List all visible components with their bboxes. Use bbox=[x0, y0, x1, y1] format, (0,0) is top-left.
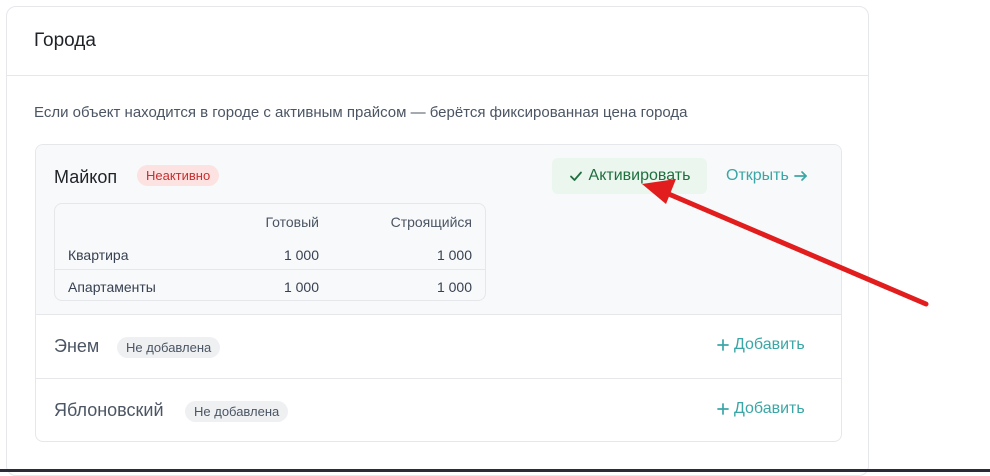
city-row-maykop: Майкоп Неактивно Активировать Открыть Го… bbox=[36, 145, 841, 315]
add-city-button[interactable]: Добавить bbox=[716, 336, 805, 354]
status-badge: Неактивно bbox=[137, 165, 220, 186]
city-list: Майкоп Неактивно Активировать Открыть Го… bbox=[35, 144, 842, 442]
open-link-label: Открыть bbox=[726, 167, 789, 184]
city-name: Энем bbox=[54, 336, 100, 356]
plus-icon bbox=[717, 403, 729, 415]
row-building-price: 1 000 bbox=[436, 279, 472, 295]
card-header: Города bbox=[7, 7, 868, 76]
price-table-header: Готовый Строящийся bbox=[55, 204, 485, 238]
row-type: Апартаменты bbox=[68, 279, 156, 295]
status-badge: Не добавлена bbox=[117, 337, 221, 358]
row-ready-price: 1 000 bbox=[283, 247, 319, 263]
city-row-enem: Энем Не добавлена Добавить bbox=[36, 315, 841, 379]
plus-icon bbox=[717, 339, 729, 351]
row-type: Квартира bbox=[68, 247, 129, 263]
open-link[interactable]: Открыть bbox=[726, 167, 809, 185]
arrow-right-icon bbox=[793, 171, 807, 181]
status-badge: Не добавлена bbox=[185, 401, 289, 422]
activate-button-label: Активировать bbox=[588, 167, 691, 184]
section-description: Если объект находится в городе с активны… bbox=[34, 104, 688, 121]
cities-card: Города Если объект находится в городе с … bbox=[6, 6, 869, 476]
city-name: Майкоп bbox=[54, 167, 118, 187]
header-ready: Готовый bbox=[265, 214, 319, 230]
row-building-price: 1 000 bbox=[436, 247, 472, 263]
section-title: Города bbox=[34, 30, 96, 51]
add-city-button[interactable]: Добавить bbox=[716, 400, 805, 418]
table-row: Апартаменты 1 000 1 000 bbox=[55, 270, 485, 302]
table-row: Квартира 1 000 1 000 bbox=[55, 238, 485, 270]
activate-button[interactable]: Активировать bbox=[552, 158, 707, 194]
row-ready-price: 1 000 bbox=[283, 279, 319, 295]
check-icon bbox=[569, 171, 582, 181]
city-row-yablonovsky: Яблоновский Не добавлена Добавить bbox=[36, 379, 841, 441]
add-city-label: Добавить bbox=[734, 336, 805, 353]
add-city-label: Добавить bbox=[734, 400, 805, 417]
price-table: Готовый Строящийся Квартира 1 000 1 000 … bbox=[54, 203, 486, 301]
header-building: Строящийся bbox=[390, 214, 472, 230]
city-name: Яблоновский bbox=[54, 400, 164, 420]
